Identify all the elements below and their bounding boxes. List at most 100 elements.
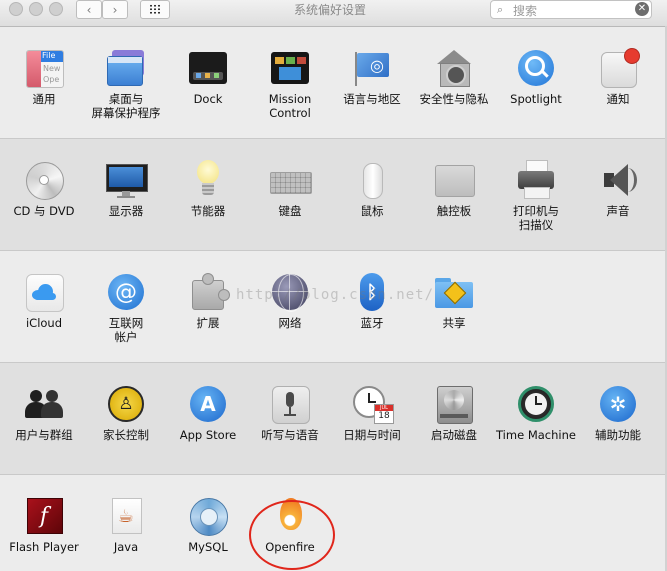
forward-button[interactable]: › [102,0,128,19]
close-window-button[interactable] [9,2,23,16]
pane-notifications[interactable]: 通知 [577,48,659,106]
language-region-icon: ◎ [352,48,392,88]
mission-control-icon [270,48,310,88]
pane-label: 语言与地区 [343,92,401,106]
pane-label: CD 与 DVD [13,204,75,218]
back-button[interactable]: ‹ [76,0,102,19]
pane-mouse[interactable]: 鼠标 [331,160,413,218]
pane-label: Mission Control [268,92,312,120]
search-field[interactable]: ⌕ 搜索 ✕ [490,0,652,19]
pane-label: Dock [193,92,223,106]
pane-label: 日期与时间 [343,428,401,442]
pane-label: 触控板 [436,204,472,218]
pane-label: 节能器 [190,204,226,218]
keyboard-icon [270,160,312,200]
pane-dictation-speech[interactable]: 听写与语音 [249,384,331,442]
pane-mysql[interactable]: MySQL [167,496,249,554]
chevron-right-icon: › [112,2,118,17]
pane-energy-saver[interactable]: 节能器 [167,160,249,218]
date-time-icon: JUL 18 [352,384,394,424]
extensions-icon [188,272,230,312]
grid-icon [149,4,161,14]
pane-label: iCloud [25,316,63,330]
pane-parental-controls[interactable]: ♙ 家长控制 [85,384,167,442]
pane-label: Time Machine [496,428,576,442]
pane-security-privacy[interactable]: 安全性与隐私 [413,48,495,106]
minimize-window-button[interactable] [29,2,43,16]
pane-label: 蓝牙 [360,316,384,330]
dock-icon [188,48,228,88]
pane-general[interactable]: File New Ope 通用 [3,48,85,106]
pane-date-time[interactable]: JUL 18 日期与时间 [331,384,413,442]
pane-label: 扩展 [196,316,220,330]
notifications-icon [598,48,640,88]
internet-accounts-icon: @ [106,272,146,312]
pane-startup-disk[interactable]: 启动磁盘 [413,384,495,442]
pane-trackpad[interactable]: 触控板 [413,160,495,218]
accessibility-icon: ✲ [598,384,638,424]
general-icon: File New Ope [24,48,64,88]
pane-users-groups[interactable]: 用户与群组 [3,384,85,442]
desktop-screensaver-icon [106,48,146,88]
displays-icon [106,160,148,200]
pane-flash-player[interactable]: f Flash Player [3,496,85,554]
pane-label: 通知 [606,92,630,106]
pane-label: 桌面与 屏幕保护程序 [91,92,161,120]
pane-label: 家长控制 [103,428,149,442]
watermark-text: http://blog.csdn.net/ [236,287,435,303]
pane-label: 辅助功能 [595,428,641,442]
pane-label: 显示器 [108,204,144,218]
chevron-left-icon: ‹ [86,2,92,17]
security-privacy-icon [434,48,474,88]
pane-accessibility[interactable]: ✲ 辅助功能 [577,384,659,442]
pane-label: 互联网 帐户 [108,316,144,344]
pane-java[interactable]: ☕ Java [85,496,167,554]
cd-dvd-icon [24,160,64,200]
flash-player-icon: f [24,496,64,536]
highlight-ring [249,500,335,570]
mysql-icon [188,496,228,536]
dictation-speech-icon [270,384,310,424]
pane-app-store[interactable]: A App Store [167,384,249,442]
system-preferences-window: ‹ › 系统偏好设置 ⌕ 搜索 ✕ File New Ope 通用 桌面与 屏幕… [0,0,667,571]
printer-scanner-icon [516,160,556,200]
pane-desktop-screensaver[interactable]: 桌面与 屏幕保护程序 [85,48,167,120]
search-icon: ⌕ [497,3,504,16]
pane-label: 听写与语音 [261,428,319,442]
pane-label: 鼠标 [360,204,384,218]
pane-label: 网络 [278,316,302,330]
pane-label: Spotlight [510,92,562,106]
pane-keyboard[interactable]: 键盘 [249,160,331,218]
pane-label: 声音 [606,204,630,218]
mouse-icon [352,160,392,200]
java-icon: ☕ [106,496,146,536]
pane-label: App Store [179,428,237,442]
time-machine-icon [516,384,556,424]
search-placeholder: 搜索 [513,4,538,18]
pane-label: MySQL [188,540,228,554]
pane-cd-dvd[interactable]: CD 与 DVD [3,160,85,218]
pane-label: 打印机与 扫描仪 [513,204,559,232]
pane-internet-accounts[interactable]: @ 互联网 帐户 [85,272,167,344]
app-store-icon: A [188,384,228,424]
pane-mission-control[interactable]: Mission Control [249,48,331,120]
startup-disk-icon [434,384,474,424]
pane-dock[interactable]: Dock [167,48,249,106]
pane-label: 用户与群组 [15,428,73,442]
spotlight-icon [516,48,556,88]
pane-label: Flash Player [9,540,79,554]
pane-label: 安全性与隐私 [419,92,489,106]
zoom-window-button[interactable] [49,2,63,16]
window-title: 系统偏好设置 [293,3,366,17]
pane-label: Java [113,540,139,554]
clear-icon[interactable]: ✕ [635,2,649,16]
pane-displays[interactable]: 显示器 [85,160,167,218]
pane-sound[interactable]: 声音 [577,160,659,218]
pane-printer-scanner[interactable]: 打印机与 扫描仪 [495,160,577,232]
pane-language-region[interactable]: ◎ 语言与地区 [331,48,413,106]
toolbar: ‹ › 系统偏好设置 ⌕ 搜索 ✕ [0,0,667,27]
pane-spotlight[interactable]: Spotlight [495,48,577,106]
pane-icloud[interactable]: iCloud [3,272,85,330]
show-all-button[interactable] [140,0,170,19]
pane-time-machine[interactable]: Time Machine [495,384,577,442]
